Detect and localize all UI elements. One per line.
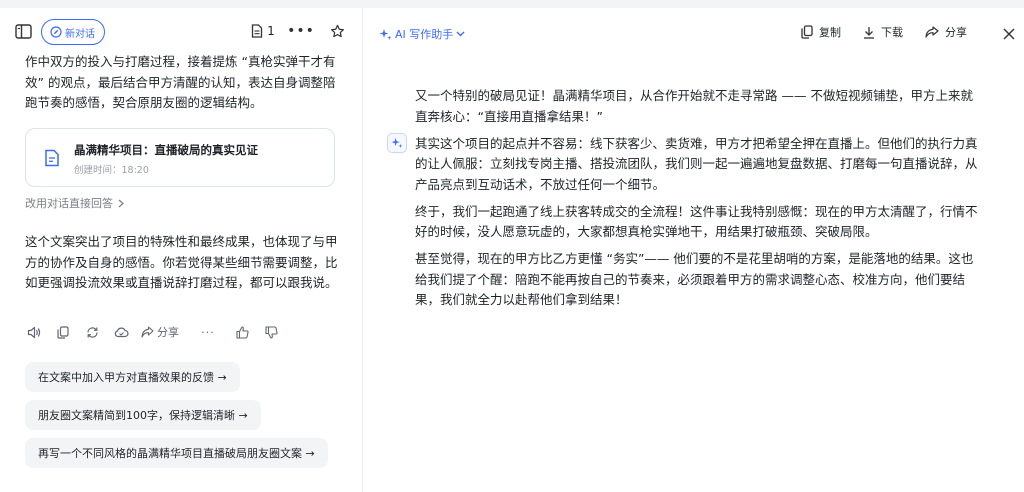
download-icon [864, 26, 874, 39]
more-icon[interactable]: ··· [199, 323, 217, 341]
document-card[interactable]: 晶满精华项目：直播破局的真实见证 创建时间：18:20 [25, 128, 335, 187]
new-chat-button[interactable]: 新对话 [41, 19, 105, 45]
switch-to-chat-reply-link[interactable]: 改用对话直接回答 [25, 195, 124, 211]
sidebar-toggle-icon[interactable] [12, 20, 34, 42]
assistant-message-intro: 作中双方的投入与打磨过程，接着提炼 “真枪实弹干才有效” 的观点，最后结合甲方清… [25, 54, 336, 110]
paragraph[interactable]: 其实这个项目的起点并不容易：线下获客少、卖货难，甲方才把希望全押在直播上。但他们… [415, 134, 985, 196]
paragraph[interactable]: 终于，我们一起跑通了线上获客转成交的全流程！这件事让我特别感慨：现在的甲方太清醒… [415, 202, 985, 243]
copy-icon [801, 25, 813, 39]
message-actions: 分享 ··· [25, 323, 291, 341]
share-label: 分享 [945, 26, 967, 39]
copy-label: 复制 [819, 26, 841, 39]
reply-link-label: 改用对话直接回答 [25, 197, 113, 210]
document-count: 1 [267, 24, 275, 38]
document-card-time: 创建时间：18:20 [74, 165, 149, 176]
document-body[interactable]: 又一个特别的破局见证！晶满精华项目，从合作开始就不走寻常路 —— 不做短视频铺垫… [415, 86, 985, 317]
regenerate-icon[interactable] [83, 323, 101, 341]
copy-icon[interactable] [54, 323, 72, 341]
ai-menu-label: AI 写作助手 [395, 28, 454, 41]
suggestion-chip[interactable]: 朋友圈文案精简到100字，保持逻辑清晰 → [25, 400, 261, 430]
download-label: 下载 [881, 26, 903, 39]
download-button[interactable]: 下载 [863, 24, 903, 40]
speaker-icon[interactable] [25, 323, 43, 341]
document-card-title: 晶满精华项目：直播破局的真实见证 [74, 143, 258, 157]
ai-sparkle-icon[interactable] [387, 133, 407, 153]
suggestion-chip[interactable]: 再写一个不同风格的晶满精华项目直播破局朋友圈文案 → [25, 438, 328, 468]
chat-toolbar: 新对话 1 ••• [0, 8, 362, 56]
document-icon [252, 24, 263, 38]
thumbs-up-icon[interactable] [233, 323, 251, 341]
share-icon [141, 326, 154, 338]
thumbs-down-icon[interactable] [262, 323, 280, 341]
assistant-message-summary: 这个文案突出了项目的特殊性和最终成果，也体现了与甲方的协作及自身的感悟。你若觉得… [25, 234, 338, 290]
new-chat-label: 新对话 [65, 28, 95, 40]
paragraph[interactable]: 又一个特别的破局见证！晶满精华项目，从合作开始就不走寻常路 —— 不做短视频铺垫… [415, 86, 985, 127]
sparkle-icon [379, 28, 392, 40]
chevron-down-icon [456, 31, 465, 37]
cloud-save-icon[interactable] [112, 323, 130, 341]
chevron-right-icon [118, 199, 124, 207]
editor-pane: AI 写作助手 复制 下载 分享 又一个特别的破局见证！晶满精华项目，从合作开始… [363, 8, 1024, 492]
more-options-icon[interactable]: ••• [287, 20, 314, 42]
share-button[interactable]: 分享 [141, 323, 179, 341]
share-label: 分享 [157, 326, 179, 339]
copy-button[interactable]: 复制 [801, 24, 841, 40]
documents-button[interactable]: 1 [246, 20, 280, 42]
share-button[interactable]: 分享 [925, 24, 967, 40]
close-icon[interactable] [1000, 25, 1018, 43]
star-icon[interactable] [326, 20, 348, 42]
document-icon [45, 149, 59, 167]
share-icon [925, 26, 939, 38]
paragraph[interactable]: 甚至觉得，现在的甲方比乙方更懂 “务实”—— 他们要的不是花里胡哨的方案，是能落… [415, 249, 985, 311]
edit-icon [50, 26, 62, 38]
suggestion-chip[interactable]: 在文案中加入甲方对直播效果的反馈 → [25, 362, 240, 392]
chat-pane: 新对话 1 ••• 作中双方的投入与打磨过程，接着提炼 “真枪实弹干才有效” 的… [0, 8, 362, 492]
ai-writing-assistant-menu[interactable]: AI 写作助手 [379, 26, 465, 42]
window-top-edge [0, 0, 1024, 8]
